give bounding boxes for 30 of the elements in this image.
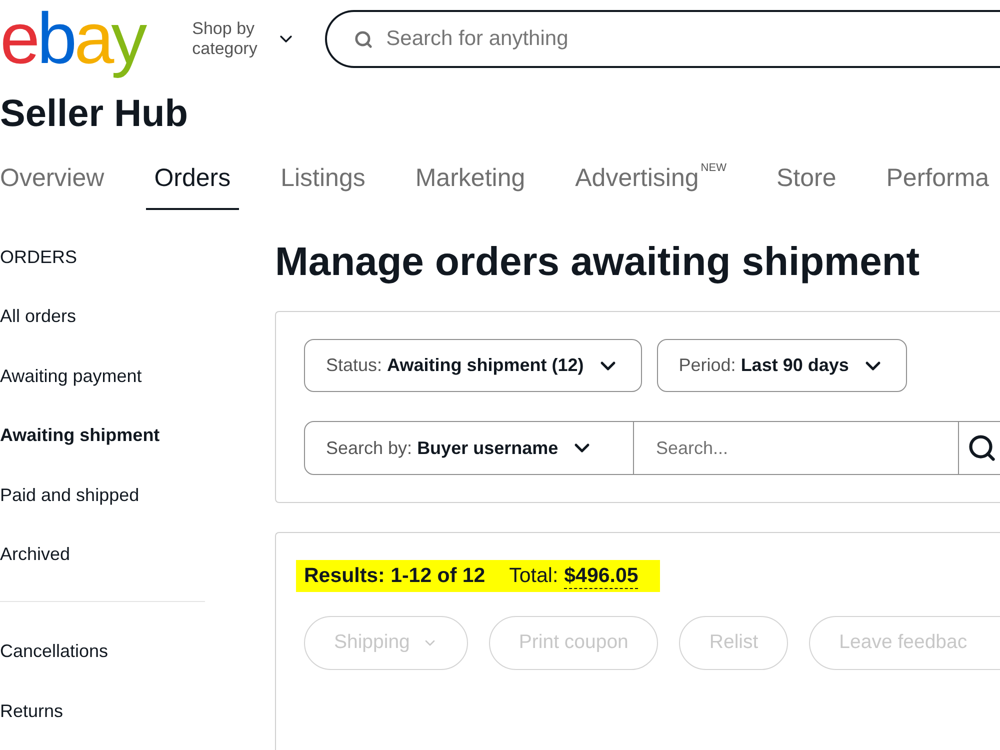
total-amount[interactable]: $496.05 (564, 564, 638, 588)
nav-tab[interactable]: Store (768, 150, 844, 210)
sidebar-link[interactable]: Paid and shipped (0, 482, 140, 507)
filter-dropdown[interactable]: Period: Last 90 days (656, 339, 907, 392)
search-input[interactable]: Search... (634, 421, 958, 475)
search-input[interactable]: Search for anything (386, 22, 1000, 56)
section-title: Manage orders awaiting shipment (275, 239, 920, 286)
page-title: Seller Hub (0, 92, 188, 136)
search-field[interactable]: Search for anything (325, 10, 1000, 68)
nav-tab[interactable]: Marketing (407, 150, 534, 210)
search-icon (967, 433, 997, 463)
total-label: Total: (509, 562, 558, 589)
filter-dropdown[interactable]: Status: Awaiting shipment (12) (304, 339, 642, 392)
results-count: Results: 1-12 of 12 (304, 562, 486, 589)
nav-tab[interactable]: Orders (146, 150, 239, 210)
sidebar-link[interactable]: Returns (0, 698, 64, 723)
sidebar-link[interactable]: Cancellations (0, 639, 108, 664)
sidebar-link[interactable]: All orders (0, 304, 76, 328)
search-icon (354, 30, 374, 48)
search-button[interactable] (958, 421, 1000, 475)
sidebar-link[interactable]: Awaiting shipment (0, 423, 160, 448)
search-by-dropdown[interactable]: Search by: Buyer username (304, 421, 634, 475)
sidebar-link[interactable]: Awaiting payment (0, 364, 142, 388)
nav-tab[interactable]: Performa (878, 150, 998, 210)
shop-by-category-button[interactable]: Shop by category (192, 19, 296, 59)
nav-tab[interactable]: Overview (0, 150, 112, 210)
nav-tab[interactable]: Listings (272, 150, 374, 210)
sidebar-heading: ORDERS (0, 246, 78, 269)
new-label: NEW (700, 162, 726, 174)
sidebar-link[interactable]: Archived (0, 542, 70, 566)
